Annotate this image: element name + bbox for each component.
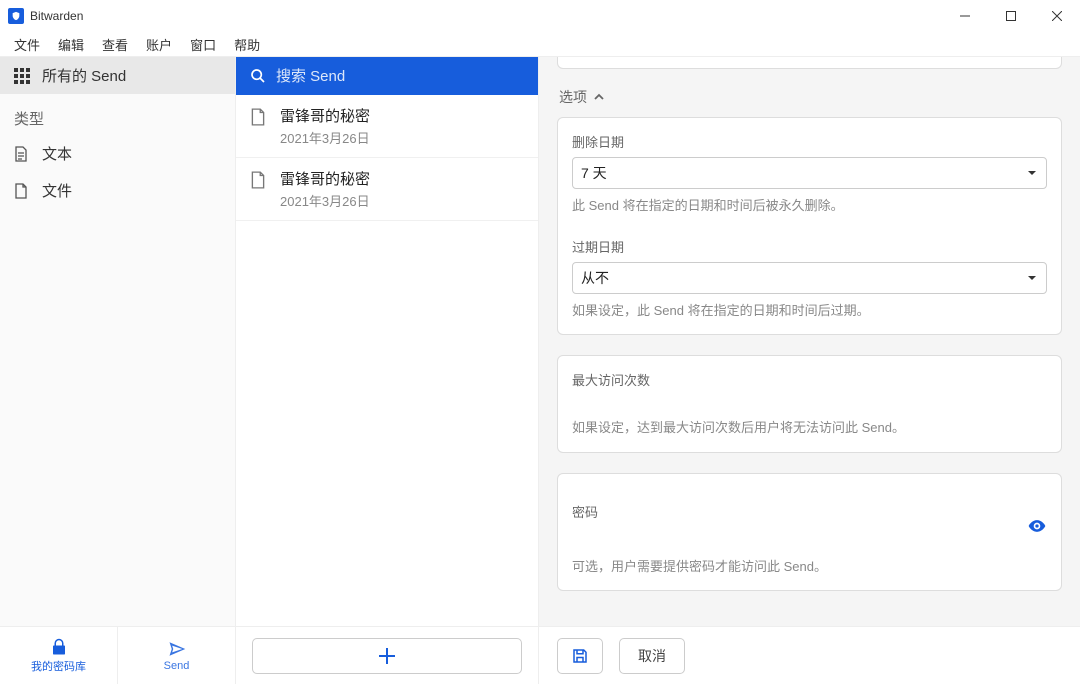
delete-date-select[interactable]: 7 天	[572, 157, 1047, 189]
send-list: 雷锋哥的秘密 2021年3月26日 雷锋哥的秘密 2021年3月26日	[236, 95, 538, 626]
menu-edit[interactable]: 编辑	[50, 33, 92, 56]
add-area	[236, 627, 539, 684]
add-button[interactable]	[252, 638, 522, 674]
close-button[interactable]	[1034, 0, 1080, 32]
sidebar: 所有的 Send 类型 文本 文件	[0, 57, 236, 626]
menu-bar: 文件 编辑 查看 账户 窗口 帮助	[0, 32, 1080, 56]
options-heading[interactable]: 选项	[557, 69, 1062, 117]
delete-date-field: 删除日期 7 天 此 Send 将在指定的日期和时间后被永久删除。	[572, 132, 1047, 215]
item-date: 2021年3月26日	[280, 128, 370, 147]
cancel-button[interactable]: 取消	[619, 638, 685, 674]
nav-vault[interactable]: 我的密码库	[0, 627, 118, 684]
list-item[interactable]: 雷锋哥的秘密 2021年3月26日	[236, 158, 538, 221]
window-title: Bitwarden	[30, 9, 83, 23]
chevron-down-icon	[1026, 272, 1038, 284]
title-bar: Bitwarden	[0, 0, 1080, 32]
delete-date-label: 删除日期	[572, 132, 1047, 151]
item-name: 雷锋哥的秘密	[280, 105, 370, 126]
delete-date-help: 此 Send 将在指定的日期和时间后被永久删除。	[572, 197, 1047, 215]
save-icon	[571, 647, 589, 665]
expire-date-field: 过期日期 从不 如果设定，此 Send 将在指定的日期和时间后过期。	[572, 237, 1047, 320]
plus-icon	[379, 648, 395, 664]
bottom-bar: 我的密码库 Send 取消	[0, 626, 1080, 684]
copy-icon[interactable]	[1031, 57, 1047, 58]
search-icon	[250, 68, 266, 84]
max-access-card: 最大访问次数 如果设定，达到最大访问次数后用户将无法访问此 Send。	[557, 355, 1062, 452]
bottom-nav: 我的密码库 Send	[0, 627, 236, 684]
menu-help[interactable]: 帮助	[226, 33, 268, 56]
nav-all-send[interactable]: 所有的 Send	[0, 57, 235, 94]
item-name: 雷锋哥的秘密	[280, 168, 370, 189]
eye-icon[interactable]	[1027, 516, 1047, 536]
expire-date-help: 如果设定，此 Send 将在指定的日期和时间后过期。	[572, 302, 1047, 320]
file-icon	[250, 168, 268, 210]
chevron-down-icon	[1026, 167, 1038, 179]
nav-text[interactable]: 文本	[0, 135, 235, 172]
menu-view[interactable]: 查看	[94, 33, 136, 56]
partial-card-top	[557, 57, 1062, 69]
send-list-panel: 雷锋哥的秘密 2021年3月26日 雷锋哥的秘密 2021年3月26日	[236, 57, 539, 626]
password-label: 密码	[572, 502, 598, 521]
file-icon	[250, 105, 268, 147]
save-button[interactable]	[557, 638, 603, 674]
max-access-label: 最大访问次数	[572, 370, 1047, 389]
chevron-up-icon	[593, 91, 605, 103]
shield-icon	[11, 10, 21, 22]
password-help: 可选，用户需要提供密码才能访问此 Send。	[572, 558, 1047, 576]
sidebar-section-type: 类型	[0, 94, 235, 135]
search-input[interactable]	[276, 68, 524, 85]
nav-send[interactable]: Send	[118, 627, 235, 684]
expire-date-select[interactable]: 从不	[572, 262, 1047, 294]
dates-card: 删除日期 7 天 此 Send 将在指定的日期和时间后被永久删除。 过期日期 从…	[557, 117, 1062, 335]
minimize-button[interactable]	[942, 0, 988, 32]
detail-panel: 选项 删除日期 7 天 此 Send 将在指定的日期和时间后被永久删除。 过期日…	[539, 57, 1080, 626]
action-area: 取消	[539, 627, 1080, 684]
text-file-icon	[14, 146, 32, 162]
app-logo	[8, 8, 24, 24]
max-access-help: 如果设定，达到最大访问次数后用户将无法访问此 Send。	[572, 419, 1047, 437]
menu-window[interactable]: 窗口	[182, 33, 224, 56]
expire-date-label: 过期日期	[572, 237, 1047, 256]
maximize-button[interactable]	[988, 0, 1034, 32]
lock-icon	[49, 638, 69, 656]
paper-plane-icon	[167, 640, 187, 658]
grid-icon	[14, 68, 32, 84]
nav-text-label: 文本	[42, 143, 72, 164]
main-area: 所有的 Send 类型 文本 文件 雷锋哥的秘密 2021年3月26日	[0, 56, 1080, 626]
menu-file[interactable]: 文件	[6, 33, 48, 56]
list-item[interactable]: 雷锋哥的秘密 2021年3月26日	[236, 95, 538, 158]
nav-all-send-label: 所有的 Send	[42, 65, 126, 86]
search-bar	[236, 57, 538, 95]
password-card: 密码 可选，用户需要提供密码才能访问此 Send。	[557, 473, 1062, 591]
menu-account[interactable]: 账户	[138, 33, 180, 56]
file-icon	[14, 183, 32, 199]
window-controls	[942, 0, 1080, 32]
nav-file[interactable]: 文件	[0, 172, 235, 209]
nav-file-label: 文件	[42, 180, 72, 201]
item-date: 2021年3月26日	[280, 191, 370, 210]
